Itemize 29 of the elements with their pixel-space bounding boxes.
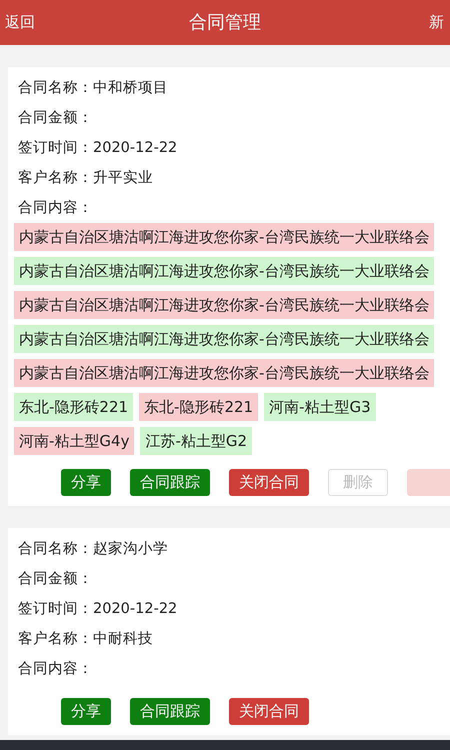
field-text: 签订时间：2020-12-22 [17,600,178,619]
field-text: 签订时间：2020-12-22 [17,139,178,158]
content-tag: 河南-粘土型G3 [264,393,376,421]
action-button[interactable]: 关闭合同 [229,469,309,496]
field-text: 合同内容： [17,198,94,218]
content-tag: 东北-隐形砖221 [139,393,258,421]
back-button[interactable]: 返回 [0,11,35,34]
content-tag: 内蒙古自治区塘沽啊江海进攻您你家-台湾民族统一大业联络会 [14,257,434,285]
content-tag: 内蒙古自治区塘沽啊江海进攻您你家-台湾民族统一大业联络会 [14,223,434,251]
page-title: 合同管理 [189,11,261,35]
field-text: 客户名称：升平实业 [17,168,154,188]
content-tag: 内蒙古自治区塘沽啊江海进攻您你家-台湾民族统一大业联络会 [14,325,434,353]
content-tag: 东北-隐形砖221 [14,393,134,421]
content-tag: 内蒙古自治区塘沽啊江海进攻您你家-台湾民族统一大业联络会 [14,291,434,319]
content-tag: 内蒙古自治区塘沽啊江海进攻您你家-台湾民族统一大业联络会 [14,359,434,387]
field-text: 合同名称：中和桥项目 [17,79,169,98]
content-tag: 河南-粘土型G4y [14,427,134,455]
action-button[interactable]: 合同跟踪 [130,469,210,496]
field-text: 合同金额： [17,108,94,128]
field-text: 合同名称：赵家沟小学 [17,540,169,559]
field-text: 合同内容： [17,660,94,679]
content-tag: 江苏-粘土型G2 [140,427,252,455]
field-text: 客户名称：中耐科技 [17,630,154,649]
add-button[interactable]: 新 [429,11,450,34]
action-button[interactable]: 分享 [61,698,111,725]
action-button[interactable]: 关闭合同 [229,698,309,725]
action-button[interactable]: 合同跟踪 [130,698,210,725]
action-button[interactable]: 分享 [61,469,111,496]
field-text: 合同金额： [17,570,94,589]
